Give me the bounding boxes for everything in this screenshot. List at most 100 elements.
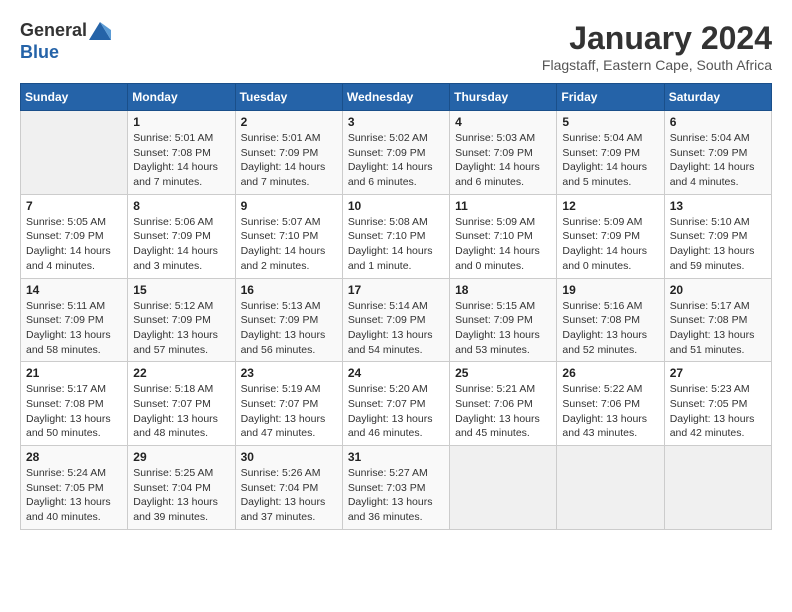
calendar-cell: 4 Sunrise: 5:03 AMSunset: 7:09 PMDaylight… (450, 111, 557, 195)
day-info: Sunrise: 5:01 AMSunset: 7:09 PMDaylight:… (241, 131, 337, 190)
day-number: 1 (133, 115, 229, 129)
calendar-cell: 17 Sunrise: 5:14 AMSunset: 7:09 PMDayligh… (342, 278, 449, 362)
calendar-cell: 9 Sunrise: 5:07 AMSunset: 7:10 PMDaylight… (235, 194, 342, 278)
logo-general: General (20, 20, 87, 40)
day-info: Sunrise: 5:03 AMSunset: 7:09 PMDaylight:… (455, 131, 551, 190)
day-number: 29 (133, 450, 229, 464)
day-number: 14 (26, 283, 122, 297)
month-title: January 2024 (542, 20, 772, 57)
calendar-cell: 11Sunrise: 5:09 AMSunset: 7:10 PMDayligh… (450, 194, 557, 278)
calendar-cell: 18Sunrise: 5:15 AMSunset: 7:09 PMDayligh… (450, 278, 557, 362)
calendar-cell (664, 446, 771, 530)
day-number: 15 (133, 283, 229, 297)
calendar-cell: 28 Sunrise: 5:24 AMSunset: 7:05 PMDayligh… (21, 446, 128, 530)
weekday-header: Wednesday (342, 84, 449, 111)
calendar-week-row: 1 Sunrise: 5:01 AMSunset: 7:08 PMDaylight… (21, 111, 772, 195)
calendar-cell: 26Sunrise: 5:22 AMSunset: 7:06 PMDayligh… (557, 362, 664, 446)
day-number: 23 (241, 366, 337, 380)
calendar-week-row: 21 Sunrise: 5:17 AMSunset: 7:08 PMDayligh… (21, 362, 772, 446)
calendar-table: SundayMondayTuesdayWednesdayThursdayFrid… (20, 83, 772, 530)
day-number: 21 (26, 366, 122, 380)
day-number: 10 (348, 199, 444, 213)
day-number: 7 (26, 199, 122, 213)
day-info: Sunrise: 5:23 AMSunset: 7:05 PMDaylight:… (670, 382, 766, 441)
calendar-cell: 12 Sunrise: 5:09 AMSunset: 7:09 PMDayligh… (557, 194, 664, 278)
calendar-cell: 2 Sunrise: 5:01 AMSunset: 7:09 PMDaylight… (235, 111, 342, 195)
day-info: Sunrise: 5:26 AMSunset: 7:04 PMDaylight:… (241, 466, 337, 525)
calendar-cell: 22Sunrise: 5:18 AMSunset: 7:07 PMDayligh… (128, 362, 235, 446)
day-number: 4 (455, 115, 551, 129)
day-number: 11 (455, 199, 551, 213)
calendar-cell: 7 Sunrise: 5:05 AMSunset: 7:09 PMDaylight… (21, 194, 128, 278)
calendar-cell (557, 446, 664, 530)
calendar-cell: 13 Sunrise: 5:10 AMSunset: 7:09 PMDayligh… (664, 194, 771, 278)
day-info: Sunrise: 5:19 AMSunset: 7:07 PMDaylight:… (241, 382, 337, 441)
day-info: Sunrise: 5:16 AMSunset: 7:08 PMDaylight:… (562, 299, 658, 358)
calendar-week-row: 28 Sunrise: 5:24 AMSunset: 7:05 PMDayligh… (21, 446, 772, 530)
calendar-cell: 3Sunrise: 5:02 AMSunset: 7:09 PMDaylight… (342, 111, 449, 195)
day-info: Sunrise: 5:10 AMSunset: 7:09 PMDaylight:… (670, 215, 766, 274)
calendar-cell: 10 Sunrise: 5:08 AMSunset: 7:10 PMDayligh… (342, 194, 449, 278)
calendar-cell (21, 111, 128, 195)
day-info: Sunrise: 5:27 AMSunset: 7:03 PMDaylight:… (348, 466, 444, 525)
day-info: Sunrise: 5:07 AMSunset: 7:10 PMDaylight:… (241, 215, 337, 274)
day-number: 9 (241, 199, 337, 213)
day-info: Sunrise: 5:15 AMSunset: 7:09 PMDaylight:… (455, 299, 551, 358)
title-block: January 2024 Flagstaff, Eastern Cape, So… (542, 20, 772, 73)
day-number: 24 (348, 366, 444, 380)
calendar-cell: 24Sunrise: 5:20 AMSunset: 7:07 PMDayligh… (342, 362, 449, 446)
day-info: Sunrise: 5:14 AMSunset: 7:09 PMDaylight:… (348, 299, 444, 358)
day-number: 5 (562, 115, 658, 129)
day-info: Sunrise: 5:12 AMSunset: 7:09 PMDaylight:… (133, 299, 229, 358)
calendar-cell: 20 Sunrise: 5:17 AMSunset: 7:08 PMDayligh… (664, 278, 771, 362)
day-number: 28 (26, 450, 122, 464)
day-number: 25 (455, 366, 551, 380)
calendar-header-row: SundayMondayTuesdayWednesdayThursdayFrid… (21, 84, 772, 111)
calendar-cell: 19Sunrise: 5:16 AMSunset: 7:08 PMDayligh… (557, 278, 664, 362)
day-info: Sunrise: 5:22 AMSunset: 7:06 PMDaylight:… (562, 382, 658, 441)
day-info: Sunrise: 5:05 AMSunset: 7:09 PMDaylight:… (26, 215, 122, 274)
calendar-cell: 6 Sunrise: 5:04 AMSunset: 7:09 PMDaylight… (664, 111, 771, 195)
day-number: 2 (241, 115, 337, 129)
day-number: 27 (670, 366, 766, 380)
weekday-header: Saturday (664, 84, 771, 111)
day-info: Sunrise: 5:17 AMSunset: 7:08 PMDaylight:… (670, 299, 766, 358)
day-number: 31 (348, 450, 444, 464)
day-info: Sunrise: 5:25 AMSunset: 7:04 PMDaylight:… (133, 466, 229, 525)
calendar-cell: 14 Sunrise: 5:11 AMSunset: 7:09 PMDayligh… (21, 278, 128, 362)
day-info: Sunrise: 5:09 AMSunset: 7:09 PMDaylight:… (562, 215, 658, 274)
calendar-cell: 30Sunrise: 5:26 AMSunset: 7:04 PMDayligh… (235, 446, 342, 530)
calendar-cell: 25 Sunrise: 5:21 AMSunset: 7:06 PMDayligh… (450, 362, 557, 446)
day-info: Sunrise: 5:21 AMSunset: 7:06 PMDaylight:… (455, 382, 551, 441)
day-number: 6 (670, 115, 766, 129)
day-info: Sunrise: 5:18 AMSunset: 7:07 PMDaylight:… (133, 382, 229, 441)
day-number: 8 (133, 199, 229, 213)
day-number: 16 (241, 283, 337, 297)
calendar-cell: 5 Sunrise: 5:04 AMSunset: 7:09 PMDaylight… (557, 111, 664, 195)
day-number: 12 (562, 199, 658, 213)
logo-icon (89, 22, 111, 40)
day-info: Sunrise: 5:06 AMSunset: 7:09 PMDaylight:… (133, 215, 229, 274)
calendar-cell (450, 446, 557, 530)
weekday-header: Sunday (21, 84, 128, 111)
calendar-cell: 21 Sunrise: 5:17 AMSunset: 7:08 PMDayligh… (21, 362, 128, 446)
weekday-header: Thursday (450, 84, 557, 111)
calendar-cell: 23 Sunrise: 5:19 AMSunset: 7:07 PMDayligh… (235, 362, 342, 446)
day-info: Sunrise: 5:04 AMSunset: 7:09 PMDaylight:… (562, 131, 658, 190)
calendar-week-row: 14 Sunrise: 5:11 AMSunset: 7:09 PMDayligh… (21, 278, 772, 362)
day-number: 13 (670, 199, 766, 213)
logo: General Blue (20, 20, 111, 63)
day-info: Sunrise: 5:24 AMSunset: 7:05 PMDaylight:… (26, 466, 122, 525)
day-info: Sunrise: 5:17 AMSunset: 7:08 PMDaylight:… (26, 382, 122, 441)
calendar-cell: 15 Sunrise: 5:12 AMSunset: 7:09 PMDayligh… (128, 278, 235, 362)
day-number: 20 (670, 283, 766, 297)
day-info: Sunrise: 5:11 AMSunset: 7:09 PMDaylight:… (26, 299, 122, 358)
calendar-cell: 16Sunrise: 5:13 AMSunset: 7:09 PMDayligh… (235, 278, 342, 362)
day-info: Sunrise: 5:01 AMSunset: 7:08 PMDaylight:… (133, 131, 229, 190)
calendar-cell: 8 Sunrise: 5:06 AMSunset: 7:09 PMDaylight… (128, 194, 235, 278)
weekday-header: Tuesday (235, 84, 342, 111)
day-number: 17 (348, 283, 444, 297)
day-info: Sunrise: 5:04 AMSunset: 7:09 PMDaylight:… (670, 131, 766, 190)
calendar-cell: 29 Sunrise: 5:25 AMSunset: 7:04 PMDayligh… (128, 446, 235, 530)
day-info: Sunrise: 5:08 AMSunset: 7:10 PMDaylight:… (348, 215, 444, 274)
